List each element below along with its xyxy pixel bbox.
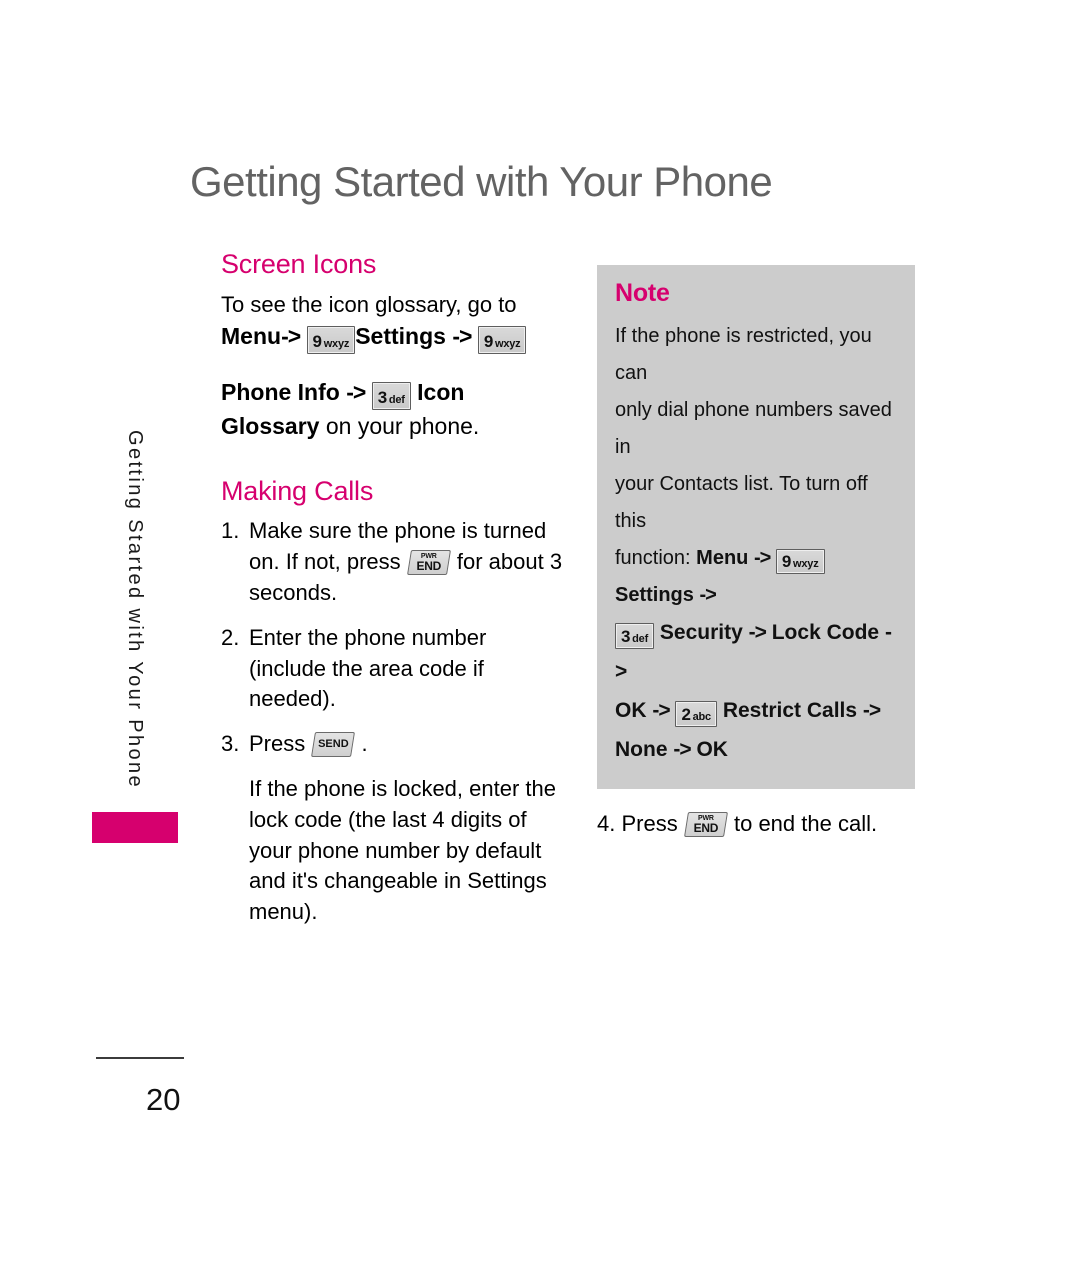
note-arrow-6: ->: [862, 698, 881, 722]
heading-screen-icons: Screen Icons: [221, 249, 377, 279]
right-column: Note If the phone is restricted, you can…: [597, 265, 915, 840]
note-lock-code-label: Lock Code: [771, 621, 880, 644]
arrow-3: ->: [346, 379, 366, 406]
note-arrow-1: ->: [753, 547, 771, 569]
side-tab-accent-bar: [92, 812, 178, 843]
glossary-label: Glossary: [221, 413, 320, 440]
note-line-6: OK -> 2 abc Restrict Calls ->: [615, 692, 897, 731]
note-arrow-5: ->: [652, 698, 670, 722]
step-2-body: Enter the phone number (include the area…: [249, 624, 487, 712]
list-item-step-4: 4. Press PWR END to end the call.: [597, 809, 915, 840]
settings-label: Settings: [355, 323, 446, 350]
note-restrict-calls-label: Restrict Calls: [722, 698, 858, 722]
note-arrow-2: ->: [699, 584, 716, 606]
step-2-number: 2.: [221, 624, 240, 650]
note-title: Note: [615, 279, 670, 307]
screen-icons-path-line-1: Menu-> 9 wxyz Settings -> 9 wxyz: [221, 320, 566, 355]
step-4-text-b: to end the call.: [733, 811, 878, 837]
key-9-wxyz-b: 9 wxyz: [477, 326, 527, 355]
step-1-body: Make sure the phone is turned on. If not…: [249, 516, 566, 608]
step-3-text-a: Press: [249, 731, 306, 757]
note-arrow-3: ->: [748, 621, 767, 644]
note-box: Note If the phone is restricted, you can…: [597, 265, 915, 790]
left-column: Screen Icons To see the icon glossary, g…: [221, 249, 566, 928]
key-3-def-note: 3 def: [615, 623, 655, 649]
step-3-number: 3.: [221, 731, 240, 757]
note-line-1: If the phone is restricted, you can: [615, 325, 872, 384]
key-9-wxyz-note: 9 wxyz: [775, 549, 825, 574]
glossary-tail: on your phone.: [325, 413, 480, 440]
note-security-label: Security: [659, 621, 743, 644]
phone-info-label: Phone Info: [221, 379, 340, 406]
step-3-body: Press SEND .: [249, 729, 566, 760]
send-key-icon: SEND: [311, 732, 356, 758]
note-ok-label-2: OK: [696, 737, 728, 761]
note-none-label: None: [615, 737, 668, 761]
end-key-icon-1: PWR END: [406, 550, 451, 576]
step-1-number: 1.: [221, 518, 240, 544]
screen-icons-path-line-2: Phone Info -> 3 def Icon Glossary on your…: [221, 376, 566, 442]
side-tab-label: Getting Started with Your Phone: [124, 430, 146, 790]
note-menu-label: Menu: [696, 547, 749, 569]
list-item-step-3: 3. Press SEND .: [221, 729, 566, 760]
step-3-text-b: .: [361, 731, 368, 757]
menu-label: Menu: [221, 323, 282, 350]
key-2-abc-note: 2 abc: [675, 700, 717, 727]
note-line-5: 3 def Security -> Lock Code ->: [615, 614, 897, 692]
list-item-step-1: 1. Make sure the phone is turned on. If …: [221, 516, 566, 608]
arrow-2: ->: [452, 323, 472, 350]
key-3-def-a: 3 def: [371, 382, 411, 411]
page-number: 20: [146, 1082, 181, 1117]
list-item-step-2: 2. Enter the phone number (include the a…: [221, 623, 566, 715]
making-calls-steps: 1. Make sure the phone is turned on. If …: [221, 516, 566, 760]
page-title: Getting Started with Your Phone: [190, 158, 773, 205]
note-line-4: function: Menu -> 9 wxyz Settings ->: [615, 540, 897, 614]
heading-making-calls: Making Calls: [221, 475, 374, 506]
step-4-text-a: Press: [621, 811, 678, 837]
screen-icons-intro: To see the icon glossary, go to: [221, 291, 517, 317]
note-line-2: only dial phone numbers saved in: [615, 399, 892, 458]
side-tab: Getting Started with Your Phone: [92, 430, 178, 843]
note-arrow-7: ->: [673, 737, 691, 761]
arrow-1: ->: [281, 323, 301, 350]
note-line-3: your Contacts list. To turn off this: [615, 473, 868, 532]
note-ok-label-1: OK: [615, 698, 647, 722]
locked-phone-note: If the phone is locked, enter the lock c…: [249, 775, 556, 925]
note-function-prefix: function:: [615, 547, 691, 569]
note-line-7: None -> OK: [615, 731, 897, 770]
step-4-number: 4.: [597, 811, 616, 837]
footer-divider: [96, 1057, 184, 1059]
end-key-icon-2: PWR END: [683, 812, 728, 838]
key-9-wxyz-a: 9 wxyz: [306, 326, 356, 355]
icon-label: Icon: [417, 379, 465, 406]
note-settings-label: Settings: [615, 584, 694, 606]
